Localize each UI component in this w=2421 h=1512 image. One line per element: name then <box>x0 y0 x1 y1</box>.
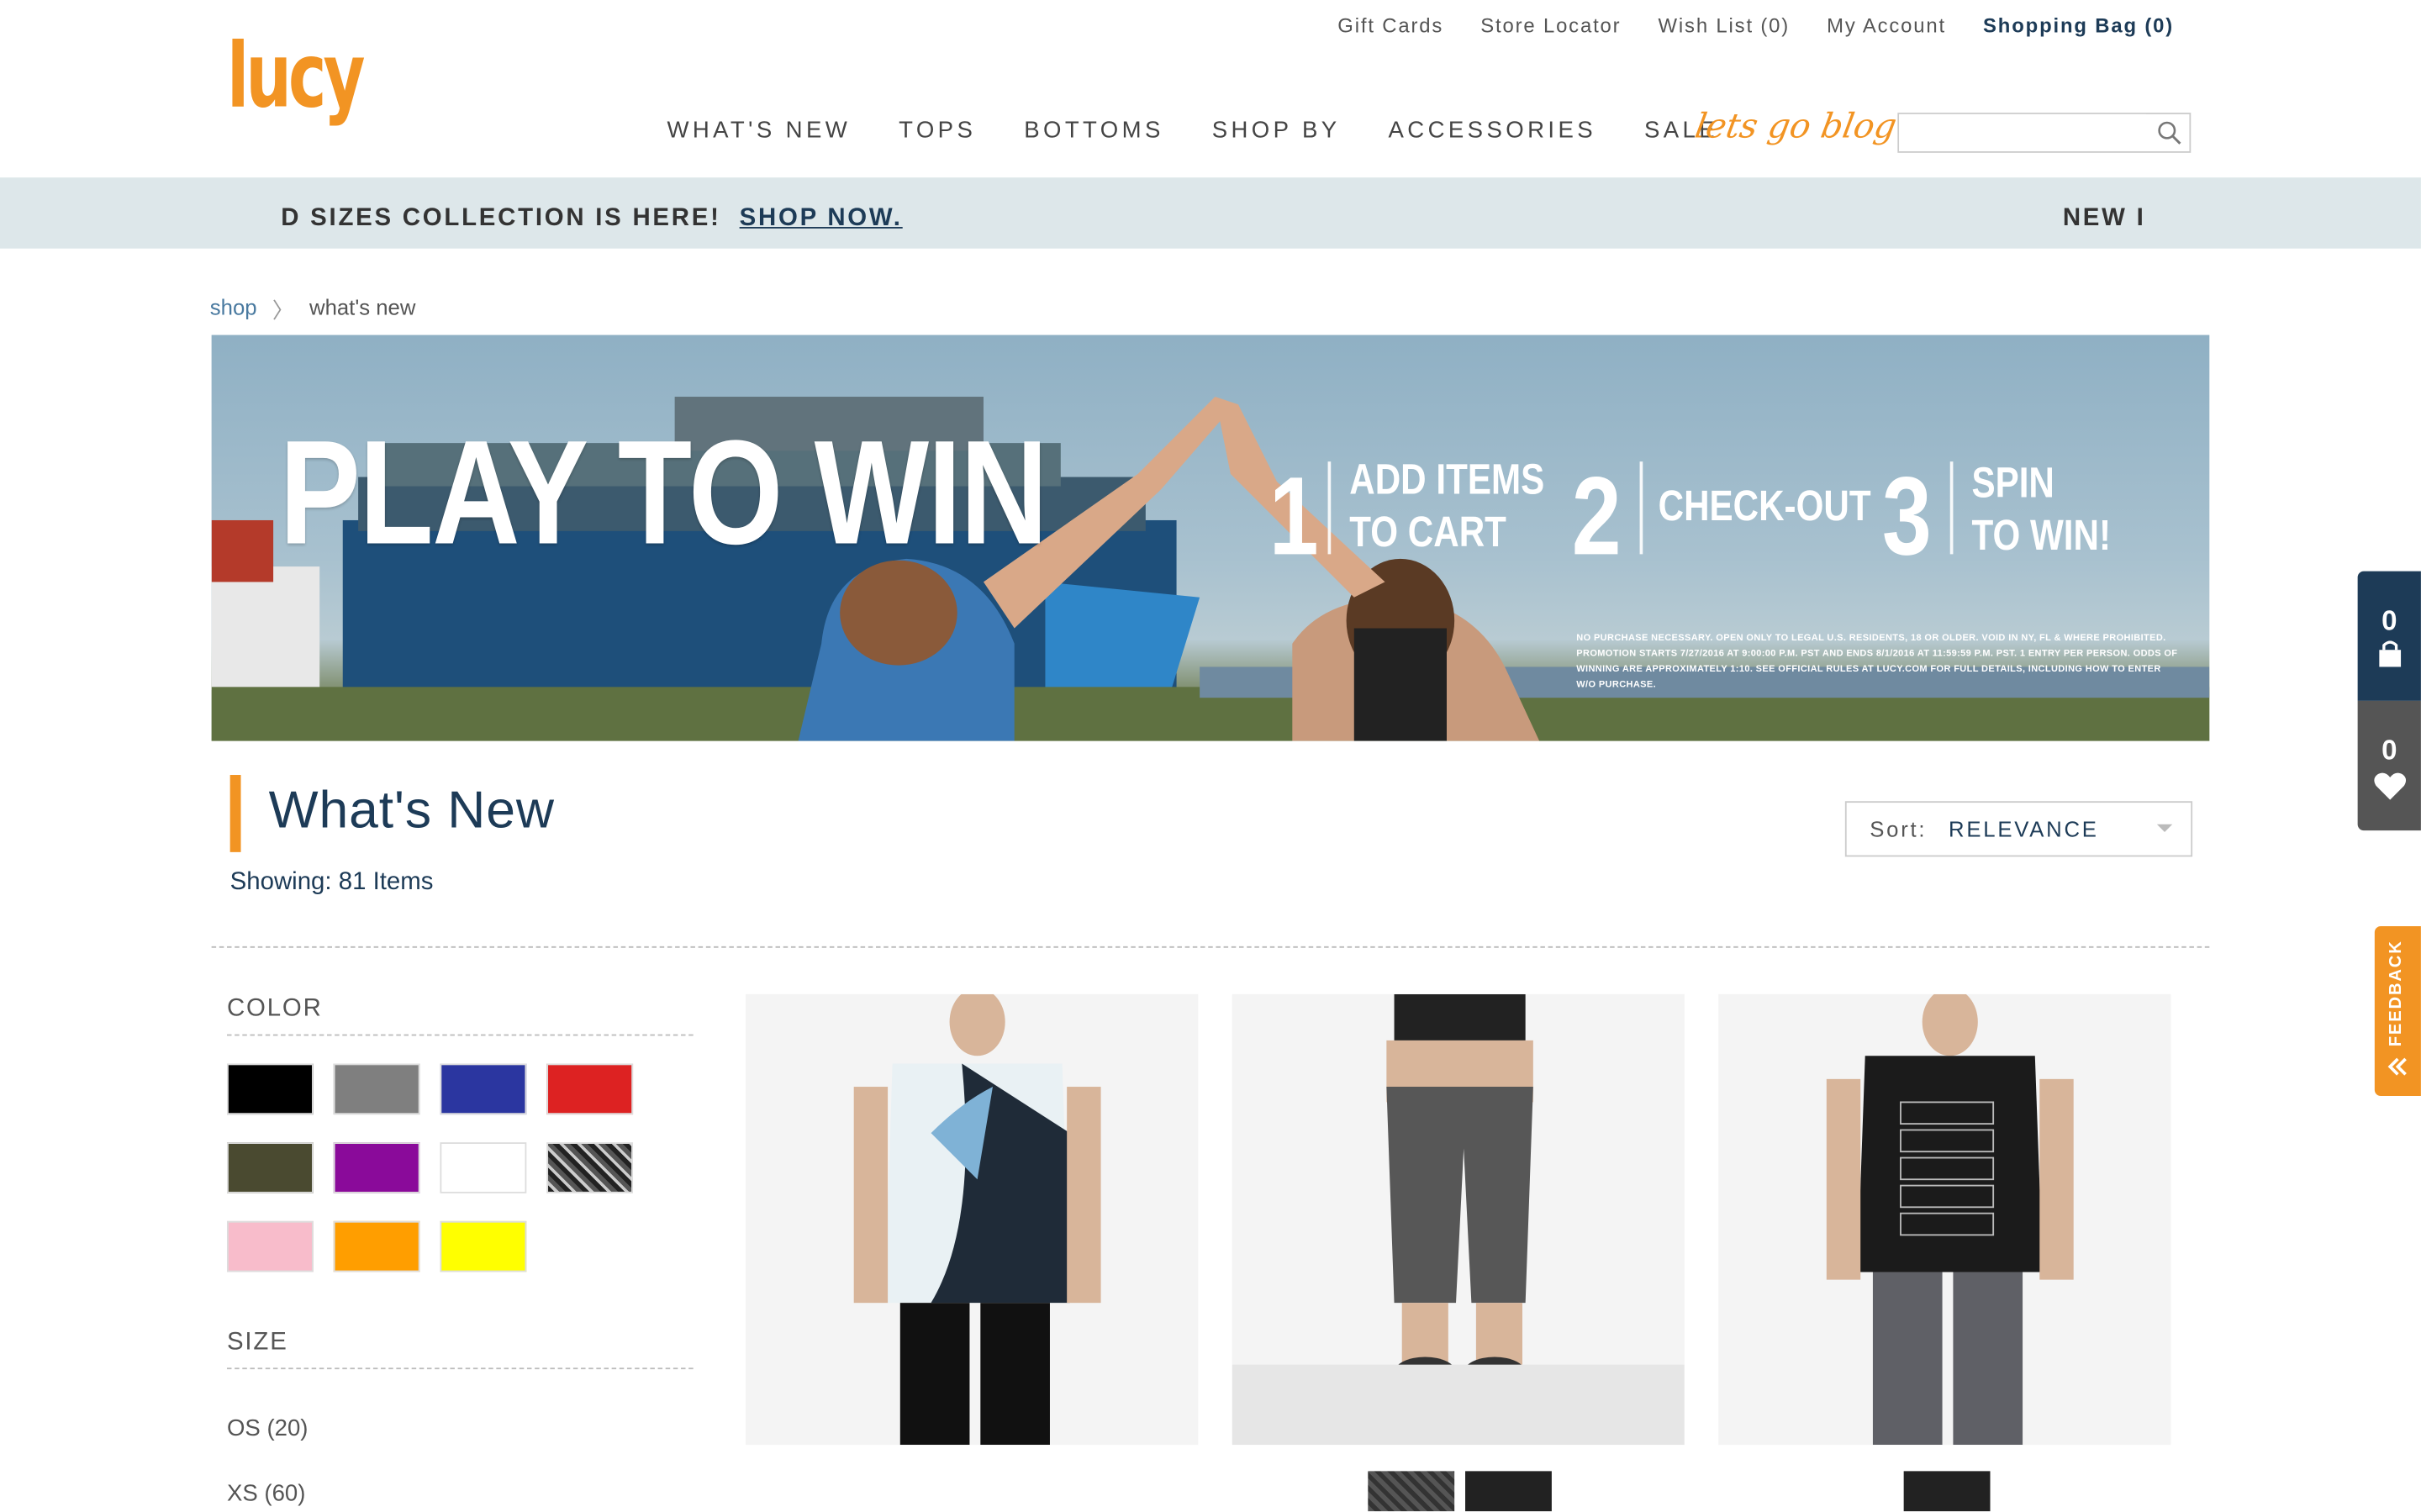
nav-whats-new[interactable]: WHAT'S NEW <box>667 118 851 144</box>
hero-step-3-text: SPIN TO WIN! <box>1971 457 2111 562</box>
hero-step-1-line2: TO CART <box>1349 508 1506 556</box>
lucy-logo[interactable]: lucy <box>227 31 365 121</box>
search-input[interactable] <box>1899 113 2147 151</box>
side-wishlist-widget[interactable]: 0 <box>2357 700 2421 831</box>
hero-banner[interactable]: PLAY TO WIN 1 ADD ITEMS TO CART 2 CHECK-… <box>211 335 2210 741</box>
product-color-swatch[interactable] <box>1903 1471 1991 1512</box>
color-filter-divider <box>226 1034 694 1036</box>
breadcrumb-separator: 〉 <box>272 298 294 323</box>
nav-tops[interactable]: TOPS <box>899 118 976 144</box>
color-swatch-white[interactable] <box>440 1142 527 1193</box>
sort-value: RELEVANCE <box>1949 816 2099 842</box>
side-bag-widget[interactable]: 0 <box>2357 571 2421 701</box>
hero-step-3-divider <box>1949 461 1954 555</box>
nav-bottoms[interactable]: BOTTOMS <box>1024 118 1164 144</box>
color-swatch-pattern[interactable] <box>546 1142 634 1193</box>
hero-step-3-line1: SPIN <box>1971 458 2054 507</box>
gift-cards-link[interactable]: Gift Cards <box>1337 14 1443 38</box>
size-option-os[interactable]: OS (20) <box>227 1415 308 1441</box>
title-accent-bar <box>229 775 241 852</box>
search-icon[interactable] <box>2157 120 2181 145</box>
color-swatch-pink[interactable] <box>226 1220 314 1272</box>
search-box <box>1897 113 2192 153</box>
section-divider <box>211 946 2210 948</box>
page-title: What's New <box>268 781 555 840</box>
promo-message: D SIZES COLLECTION IS HERE! SHOP NOW. <box>281 205 902 233</box>
promo-strip: D SIZES COLLECTION IS HERE! SHOP NOW. NE… <box>0 177 2421 249</box>
feedback-label: FEEDBACK <box>2387 940 2406 1047</box>
hero-step-2-text: CHECK-OUT <box>1659 480 1871 532</box>
product-color-swatch[interactable] <box>1368 1471 1455 1512</box>
promo-shop-now-link[interactable]: SHOP NOW. <box>740 205 903 231</box>
sort-dropdown[interactable]: Sort: RELEVANCE <box>1844 801 2193 857</box>
sort-label: Sort: <box>1870 816 1928 842</box>
blog-link[interactable]: lets go blog <box>1692 108 1900 147</box>
side-wish-count: 0 <box>2381 735 2397 767</box>
hero-step-1-text: ADD ITEMS TO CART <box>1349 454 1544 559</box>
product-card-focus-tank[interactable] <box>1718 993 2171 1446</box>
double-chevron-left-icon <box>2387 1057 2407 1076</box>
color-swatch-olive[interactable] <box>226 1142 314 1193</box>
feedback-tab[interactable]: FEEDBACK <box>2374 926 2421 1097</box>
product-color-swatch[interactable] <box>1465 1471 1552 1512</box>
hero-step-2-divider <box>1639 461 1643 555</box>
main-nav: WHAT'S NEW TOPS BOTTOMS SHOP BY ACCESSOR… <box>667 118 1718 144</box>
color-swatch-orange[interactable] <box>333 1220 420 1272</box>
color-swatch-yellow[interactable] <box>440 1220 527 1272</box>
size-filter-divider <box>226 1367 694 1370</box>
nav-shop-by[interactable]: SHOP BY <box>1212 118 1341 144</box>
product-card-tank-ocean-print[interactable] <box>746 993 1199 1446</box>
chevron-down-icon <box>2156 824 2173 832</box>
hero-step-3-number: 3 <box>1881 455 1932 579</box>
product-card-capri-heather[interactable] <box>1232 993 1685 1446</box>
promo-next-message: NEW I <box>2062 205 2146 232</box>
item-count: Showing: 81 Items <box>229 869 434 896</box>
color-swatch-black[interactable] <box>226 1063 314 1115</box>
product-image <box>746 993 1199 1446</box>
utility-nav: Gift Cards Store Locator Wish List (0) M… <box>1337 14 2174 38</box>
shopping-bag-icon <box>2378 640 2401 667</box>
my-account-link[interactable]: My Account <box>1827 14 1946 38</box>
promo-text: D SIZES COLLECTION IS HERE! <box>281 205 721 232</box>
hero-step-2-number: 2 <box>1571 455 1622 579</box>
store-locator-link[interactable]: Store Locator <box>1480 14 1621 38</box>
wish-list-link[interactable]: Wish List (0) <box>1659 14 1791 38</box>
size-option-xs[interactable]: XS (60) <box>227 1480 305 1506</box>
color-filter-heading: COLOR <box>226 995 323 1022</box>
hero-step-1-divider <box>1327 461 1332 555</box>
color-swatch-blue[interactable] <box>440 1063 527 1115</box>
color-swatch-gray[interactable] <box>333 1063 420 1115</box>
shopping-bag-link[interactable]: Shopping Bag (0) <box>1983 14 2174 38</box>
hero-step-2-line1: CHECK-OUT <box>1658 482 1871 529</box>
side-bag-count: 0 <box>2381 604 2397 636</box>
hero-step-1-number: 1 <box>1269 455 1319 579</box>
color-swatch-purple[interactable] <box>333 1142 420 1193</box>
hero-step-3-line2: TO WIN! <box>1971 510 2112 559</box>
size-filter-heading: SIZE <box>226 1329 288 1356</box>
hero-fine-print: NO PURCHASE NECESSARY. OPEN ONLY TO LEGA… <box>1576 634 2178 691</box>
color-swatch-red[interactable] <box>546 1063 634 1115</box>
breadcrumb-shop[interactable]: shop <box>210 295 257 326</box>
product-image <box>1718 993 2171 1446</box>
product-image <box>1232 993 1685 1446</box>
hero-headline: PLAY TO WIN <box>279 410 1047 577</box>
nav-accessories[interactable]: ACCESSORIES <box>1389 118 1597 144</box>
heart-icon <box>2373 772 2406 800</box>
breadcrumb-current: what's new <box>309 294 416 320</box>
hero-step-1-line1: ADD ITEMS <box>1349 455 1545 503</box>
breadcrumb: shop 〉 what's new <box>210 295 416 326</box>
